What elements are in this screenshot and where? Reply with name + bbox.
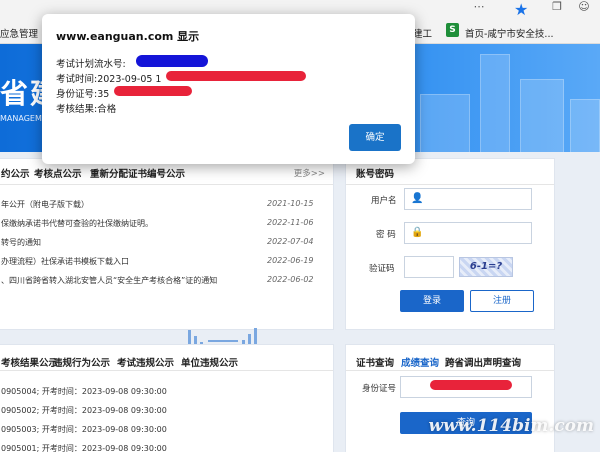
cert-tabs: 证书查询 成绩查询 跨省调出声明查询 (346, 345, 554, 371)
dialog-exam-time: 考试时间:2023-09-05 1 (56, 74, 162, 85)
redaction-mark (166, 71, 306, 81)
more-link[interactable]: 更多>> (294, 167, 325, 179)
tab-exam-violations[interactable]: 考试违规公示 (117, 355, 174, 369)
favorite-star-icon[interactable]: ★ (514, 0, 528, 19)
tab-notice-1[interactable]: 约公示 (1, 166, 30, 180)
table-row[interactable]: 0905004; 开考时间：2023-09-08 09:30:00 (1, 386, 167, 398)
captcha-input[interactable] (404, 256, 454, 278)
dialog-id-number: 身份证号:35 (56, 89, 110, 100)
captcha-label: 验证码 (369, 264, 395, 274)
list-item[interactable]: 、四川省跨省转入湖北安管人员“安全生产考核合格”证的通知 (1, 275, 217, 287)
captcha-image[interactable]: 6-1=? (459, 257, 513, 277)
list-item[interactable]: 年公开（附电子版下载） (1, 199, 89, 211)
notice-panel: 约公示 考核点公示 重新分配证书编号公示 更多>> 年公开（附电子版下载） 20… (0, 158, 334, 330)
id-number-label: 身份证号 (362, 384, 397, 394)
password-label: 密 码 (376, 230, 396, 240)
redaction-mark (136, 55, 208, 67)
login-button[interactable]: 登录 (400, 290, 464, 312)
tab-account-password[interactable]: 账号密码 (356, 166, 394, 180)
site-watermark: www.114bim.com (428, 416, 594, 436)
dialog-title: www.eanguan.com 显示 (56, 30, 200, 43)
results-tabs: 考核结果公示 违规行为公示 考试违规公示 单位违规公示 (0, 345, 333, 371)
tab-score-query[interactable]: 成绩查询 (401, 355, 439, 369)
dialog-plan-number: 考试计划流水号: (56, 59, 126, 70)
list-item-date: 2022-06-19 (267, 256, 314, 265)
table-row[interactable]: 0905001; 开考时间：2023-09-08 09:30:00 (1, 443, 167, 452)
list-item-date: 2022-07-04 (267, 237, 314, 246)
list-item[interactable]: 保缴纳承诺书代替可查验的社保缴纳证明。 (1, 218, 153, 230)
tab-exam-site[interactable]: 考核点公示 (34, 166, 82, 180)
list-item[interactable]: 转号的通知 (1, 237, 41, 249)
tab-unit-violations[interactable]: 单位违规公示 (181, 355, 238, 369)
list-item-date: 2022-11-06 (267, 218, 314, 227)
bookmark-xianning[interactable]: 首页-咸宁市安全技... (465, 26, 554, 40)
profile-icon[interactable]: ☺ (575, 0, 593, 14)
results-panel: 考核结果公示 违规行为公示 考试违规公示 单位违规公示 0905004; 开考时… (0, 344, 334, 452)
dialog-result: 考核结果:合格 (56, 104, 117, 115)
bookmark-site-icon: S (446, 23, 459, 37)
tab-cross-province[interactable]: 跨省调出声明查询 (445, 355, 521, 369)
username-label: 用户名 (371, 196, 397, 206)
redaction-mark (114, 86, 192, 96)
list-item[interactable]: 办理流程）社保承诺书模板下载入口 (1, 256, 129, 268)
site-subtitle: MANAGEME (0, 114, 47, 123)
redaction-mark (430, 380, 512, 390)
tab-exam-results[interactable]: 考核结果公示 (1, 355, 58, 369)
tab-violations[interactable]: 违规行为公示 (53, 355, 110, 369)
alert-dialog: www.eanguan.com 显示 考试计划流水号: 考试时间:2023-09… (42, 14, 415, 164)
bookmark-construction[interactable]: 建工 (413, 26, 432, 40)
bookmark-emergency[interactable]: 应急管理 (0, 26, 38, 40)
lock-icon: 🔒 (411, 227, 424, 238)
table-row[interactable]: 0905002; 开考时间：2023-09-08 09:30:00 (1, 405, 167, 417)
list-item-date: 2021-10-15 (267, 199, 314, 208)
user-icon: 👤 (411, 193, 424, 204)
register-button[interactable]: 注册 (470, 290, 534, 312)
tab-cert-query[interactable]: 证书查询 (356, 355, 394, 369)
extensions-icon[interactable]: ⋯ (470, 0, 488, 14)
username-input[interactable]: 👤 (404, 188, 532, 210)
tab-cert-renumber[interactable]: 重新分配证书编号公示 (90, 166, 185, 180)
password-input[interactable]: 🔒 (404, 222, 532, 244)
collections-icon[interactable]: ❐ (548, 0, 566, 14)
dialog-ok-button[interactable]: 确定 (349, 124, 401, 151)
list-item-date: 2022-06-02 (267, 275, 314, 284)
table-row[interactable]: 0905003; 开考时间：2023-09-08 09:30:00 (1, 424, 167, 436)
